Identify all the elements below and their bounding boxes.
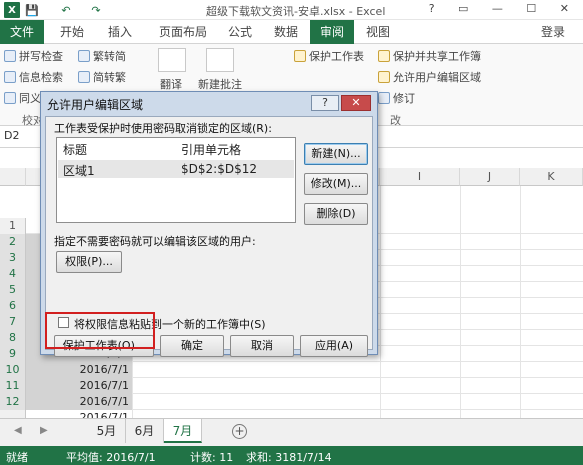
tab-review[interactable]: 审阅 (310, 20, 354, 44)
row-header[interactable]: 5 (0, 282, 26, 298)
ribbon-tabs: 文件 开始 插入 页面布局 公式 数据 审阅 视图 登录 (0, 20, 583, 44)
table-row: 12 2016/7/1 (0, 394, 583, 410)
ranges-listbox[interactable]: 标题 引用单元格 区域1 $D$2:$D$12 (56, 137, 296, 223)
cell[interactable]: 2016/7/1 (26, 378, 132, 394)
tab-file[interactable]: 文件 (0, 20, 44, 44)
row-header[interactable]: 8 (0, 330, 26, 346)
translate-icon[interactable] (158, 48, 186, 72)
list-header-title: 标题 (63, 143, 88, 157)
spell-check-icon (4, 50, 16, 62)
spell-check-button[interactable]: 拼写检查 (4, 48, 63, 64)
convert-icon (78, 71, 90, 83)
row-header[interactable]: 2 (0, 234, 26, 250)
thesaurus-button[interactable]: 同义 (4, 90, 41, 106)
table-row: 11 2016/7/1 (0, 378, 583, 394)
add-sheet-icon[interactable]: + (232, 424, 247, 439)
list-item[interactable]: 区域1 $D$2:$D$12 (58, 160, 294, 178)
list-header-refers: 引用单元格 (181, 143, 242, 157)
book-icon (4, 92, 16, 104)
row-header[interactable]: 9 (0, 346, 26, 362)
protect-sheet-icon (294, 50, 306, 62)
dialog-title: 允许用户编辑区域 (47, 98, 144, 112)
cell[interactable]: 2016/7/1 (26, 410, 132, 418)
new-comment-label: 新建批注 (198, 78, 242, 91)
tab-insert[interactable]: 插入 (100, 20, 140, 44)
revision-button[interactable]: 修订 (378, 90, 415, 106)
delete-range-button[interactable]: 删除(D) (304, 203, 368, 225)
window-title: 超级下载软文资讯-安卓.xlsx - Excel (206, 5, 386, 18)
sheet-tab[interactable]: 6月 (126, 419, 164, 443)
cell[interactable]: 2016/7/1 (26, 362, 132, 378)
tab-formulas[interactable]: 公式 (220, 20, 260, 44)
status-average: 平均值: 2016/7/1 (66, 451, 156, 464)
close-icon[interactable]: ✕ (341, 95, 371, 111)
sheet-tab[interactable]: 5月 (88, 419, 126, 443)
status-ready: 就绪 (6, 451, 28, 464)
cell[interactable]: 2016/7/1 (26, 394, 132, 410)
apply-button[interactable]: 应用(A) (300, 335, 368, 357)
no-password-label: 指定不需要密码就可以编辑该区域的用户: (54, 235, 256, 248)
lock-icon (378, 50, 390, 62)
status-sum: 求和: 3181/7/14 (246, 451, 332, 464)
tab-page-layout[interactable]: 页面布局 (148, 20, 218, 44)
permissions-button[interactable]: 权限(P)... (56, 251, 122, 273)
status-bar: 就绪 平均值: 2016/7/1 计数: 11 求和: 3181/7/14 (0, 446, 583, 465)
allow-users-edit-button[interactable]: 允许用户编辑区域 (378, 69, 481, 85)
translate-label: 翻译 (160, 78, 182, 91)
range-title: 区域1 (63, 164, 95, 178)
sheet-tab-bar: ◀ ▶ 5月 6月 7月 + (0, 418, 583, 446)
trad-simp-button[interactable]: 繁转简 (78, 48, 126, 64)
search-icon (4, 71, 16, 83)
highlight-annotation (45, 312, 155, 349)
new-comment-icon[interactable] (206, 48, 234, 72)
protect-sheet-ribbon-button[interactable]: 保护工作表 (294, 48, 364, 64)
allow-edit-icon (378, 71, 390, 83)
convert-icon (78, 50, 90, 62)
ranges-list-label: 工作表受保护时使用密码取消锁定的区域(R): (54, 122, 272, 135)
row-header[interactable]: 6 (0, 298, 26, 314)
help-button[interactable]: ? (311, 95, 339, 111)
table-row: 10 2016/7/1 (0, 362, 583, 378)
ok-button[interactable]: 确定 (160, 335, 224, 357)
row-header[interactable]: 10 (0, 362, 26, 378)
new-range-button[interactable]: 新建(N)... (304, 143, 368, 165)
excel-logo-icon: X (4, 2, 20, 18)
tab-home[interactable]: 开始 (52, 20, 92, 44)
simp-trad-button[interactable]: 简转繁 (78, 69, 126, 85)
track-changes-icon (378, 92, 390, 104)
window-controls[interactable]: ? ▭ — ☐ ✕ (429, 2, 579, 15)
row-header[interactable]: 7 (0, 314, 26, 330)
status-count: 计数: 11 (190, 451, 234, 464)
info-search-button[interactable]: 信息检索 (4, 69, 63, 85)
scroll-right-icon[interactable]: ▶ (40, 425, 48, 436)
select-all-corner[interactable] (0, 168, 26, 186)
undo-icon[interactable]: ↶ (58, 2, 74, 18)
row-header[interactable]: 4 (0, 266, 26, 282)
column-header-k[interactable]: K (520, 168, 583, 186)
column-header-i[interactable]: I (380, 168, 460, 186)
row-header[interactable]: 11 (0, 378, 26, 394)
redo-icon[interactable]: ↷ (88, 2, 104, 18)
name-box[interactable]: D2 (4, 129, 19, 142)
table-row: 2016/7/1 (0, 410, 583, 418)
row-header[interactable] (0, 410, 26, 418)
protect-share-button[interactable]: 保护并共享工作簿 (378, 48, 481, 64)
row-header[interactable]: 12 (0, 394, 26, 410)
sheet-tab-active[interactable]: 7月 (164, 419, 202, 443)
login-link[interactable]: 登录 (541, 20, 565, 44)
row-header[interactable]: 1 (0, 218, 26, 234)
tab-data[interactable]: 数据 (266, 20, 306, 44)
row-header[interactable]: 3 (0, 250, 26, 266)
range-ref: $D$2:$D$12 (181, 162, 257, 176)
save-icon[interactable]: 💾 (24, 2, 40, 18)
modify-range-button[interactable]: 修改(M)... (304, 173, 368, 195)
title-bar: X 💾 ↶ ↷ 超级下载软文资讯-安卓.xlsx - Excel ? ▭ — ☐… (0, 0, 583, 20)
scroll-left-icon[interactable]: ◀ (14, 425, 22, 436)
tab-view[interactable]: 视图 (358, 20, 398, 44)
column-header-j[interactable]: J (460, 168, 520, 186)
cancel-button[interactable]: 取消 (230, 335, 294, 357)
